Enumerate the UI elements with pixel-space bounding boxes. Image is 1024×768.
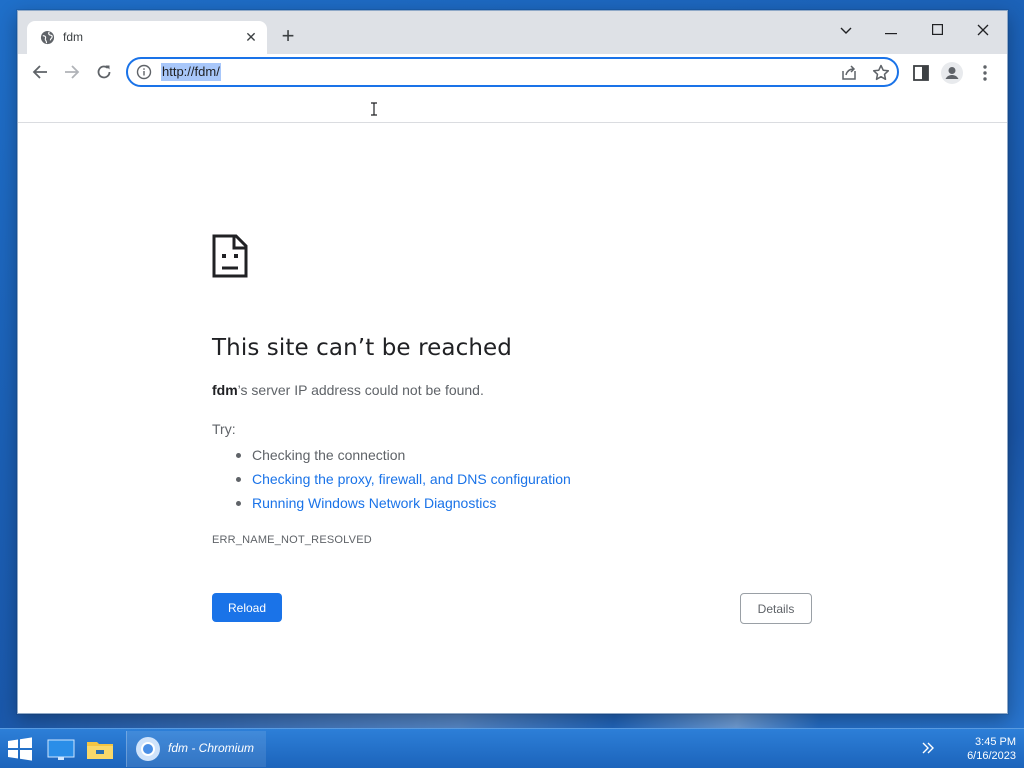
suggestion-list: Checking the connection Checking the pro…	[234, 443, 571, 515]
reload-icon[interactable]	[91, 59, 117, 85]
chromium-icon	[136, 737, 160, 761]
text-cursor-icon	[371, 102, 377, 116]
browser-toolbar: http://fdm/	[18, 54, 1007, 116]
menu-kebab-icon[interactable]	[974, 62, 996, 84]
try-label: Try:	[212, 421, 236, 437]
file-explorer-icon[interactable]	[84, 733, 116, 765]
system-clock[interactable]: 3:45 PM 6/16/2023	[948, 735, 1016, 763]
minimize-button[interactable]	[871, 15, 911, 45]
error-title: This site can’t be reached	[212, 335, 512, 361]
close-window-button[interactable]	[963, 15, 1003, 45]
side-panel-icon[interactable]	[910, 62, 932, 84]
sad-page-icon	[212, 234, 248, 278]
forward-button[interactable]	[59, 59, 85, 85]
suggestion-proxy-link[interactable]: Checking the proxy, firewall, and DNS co…	[234, 467, 571, 491]
taskbar: fdm - Chromium 3:45 PM 6/16/2023	[0, 728, 1024, 768]
title-bar: fdm ✕ +	[18, 11, 1007, 54]
url-text[interactable]: http://fdm/	[161, 63, 221, 81]
error-message-text: ’s server IP address could not be found.	[237, 382, 484, 398]
suggestion-diagnostics-link[interactable]: Running Windows Network Diagnostics	[234, 491, 571, 515]
show-hidden-icons-icon[interactable]	[920, 740, 936, 756]
details-button[interactable]: Details	[740, 593, 812, 624]
bookmark-star-icon[interactable]	[871, 63, 891, 83]
back-button[interactable]	[27, 59, 53, 85]
tab-search-icon[interactable]	[826, 15, 866, 45]
tab-title: fdm	[63, 30, 84, 44]
error-code: ERR_NAME_NOT_RESOLVED	[212, 534, 372, 546]
error-message: fdm’s server IP address could not be fou…	[212, 382, 484, 398]
clock-date: 6/16/2023	[967, 750, 1016, 762]
windows-start-icon[interactable]	[4, 733, 36, 765]
info-icon[interactable]	[136, 64, 152, 80]
browser-window: fdm ✕ + http://fdm/ This site can’t be r…	[17, 10, 1008, 714]
share-icon[interactable]	[839, 63, 859, 83]
address-bar[interactable]: http://fdm/	[126, 57, 899, 87]
clock-time: 3:45 PM	[975, 736, 1016, 748]
globe-icon	[40, 30, 55, 45]
error-page: This site can’t be reached fdm’s server …	[18, 123, 1007, 713]
taskbar-window-label: fdm - Chromium	[168, 741, 255, 755]
browser-tab[interactable]: fdm ✕	[27, 21, 267, 54]
reload-button[interactable]: Reload	[212, 593, 282, 622]
maximize-button[interactable]	[917, 15, 957, 45]
suggestion-check-connection: Checking the connection	[234, 443, 571, 467]
close-tab-icon[interactable]: ✕	[243, 29, 259, 45]
error-host: fdm	[212, 382, 238, 398]
new-tab-button[interactable]: +	[276, 25, 300, 49]
profile-avatar-icon[interactable]	[941, 62, 963, 84]
desktop-monitor-icon[interactable]	[45, 733, 77, 765]
